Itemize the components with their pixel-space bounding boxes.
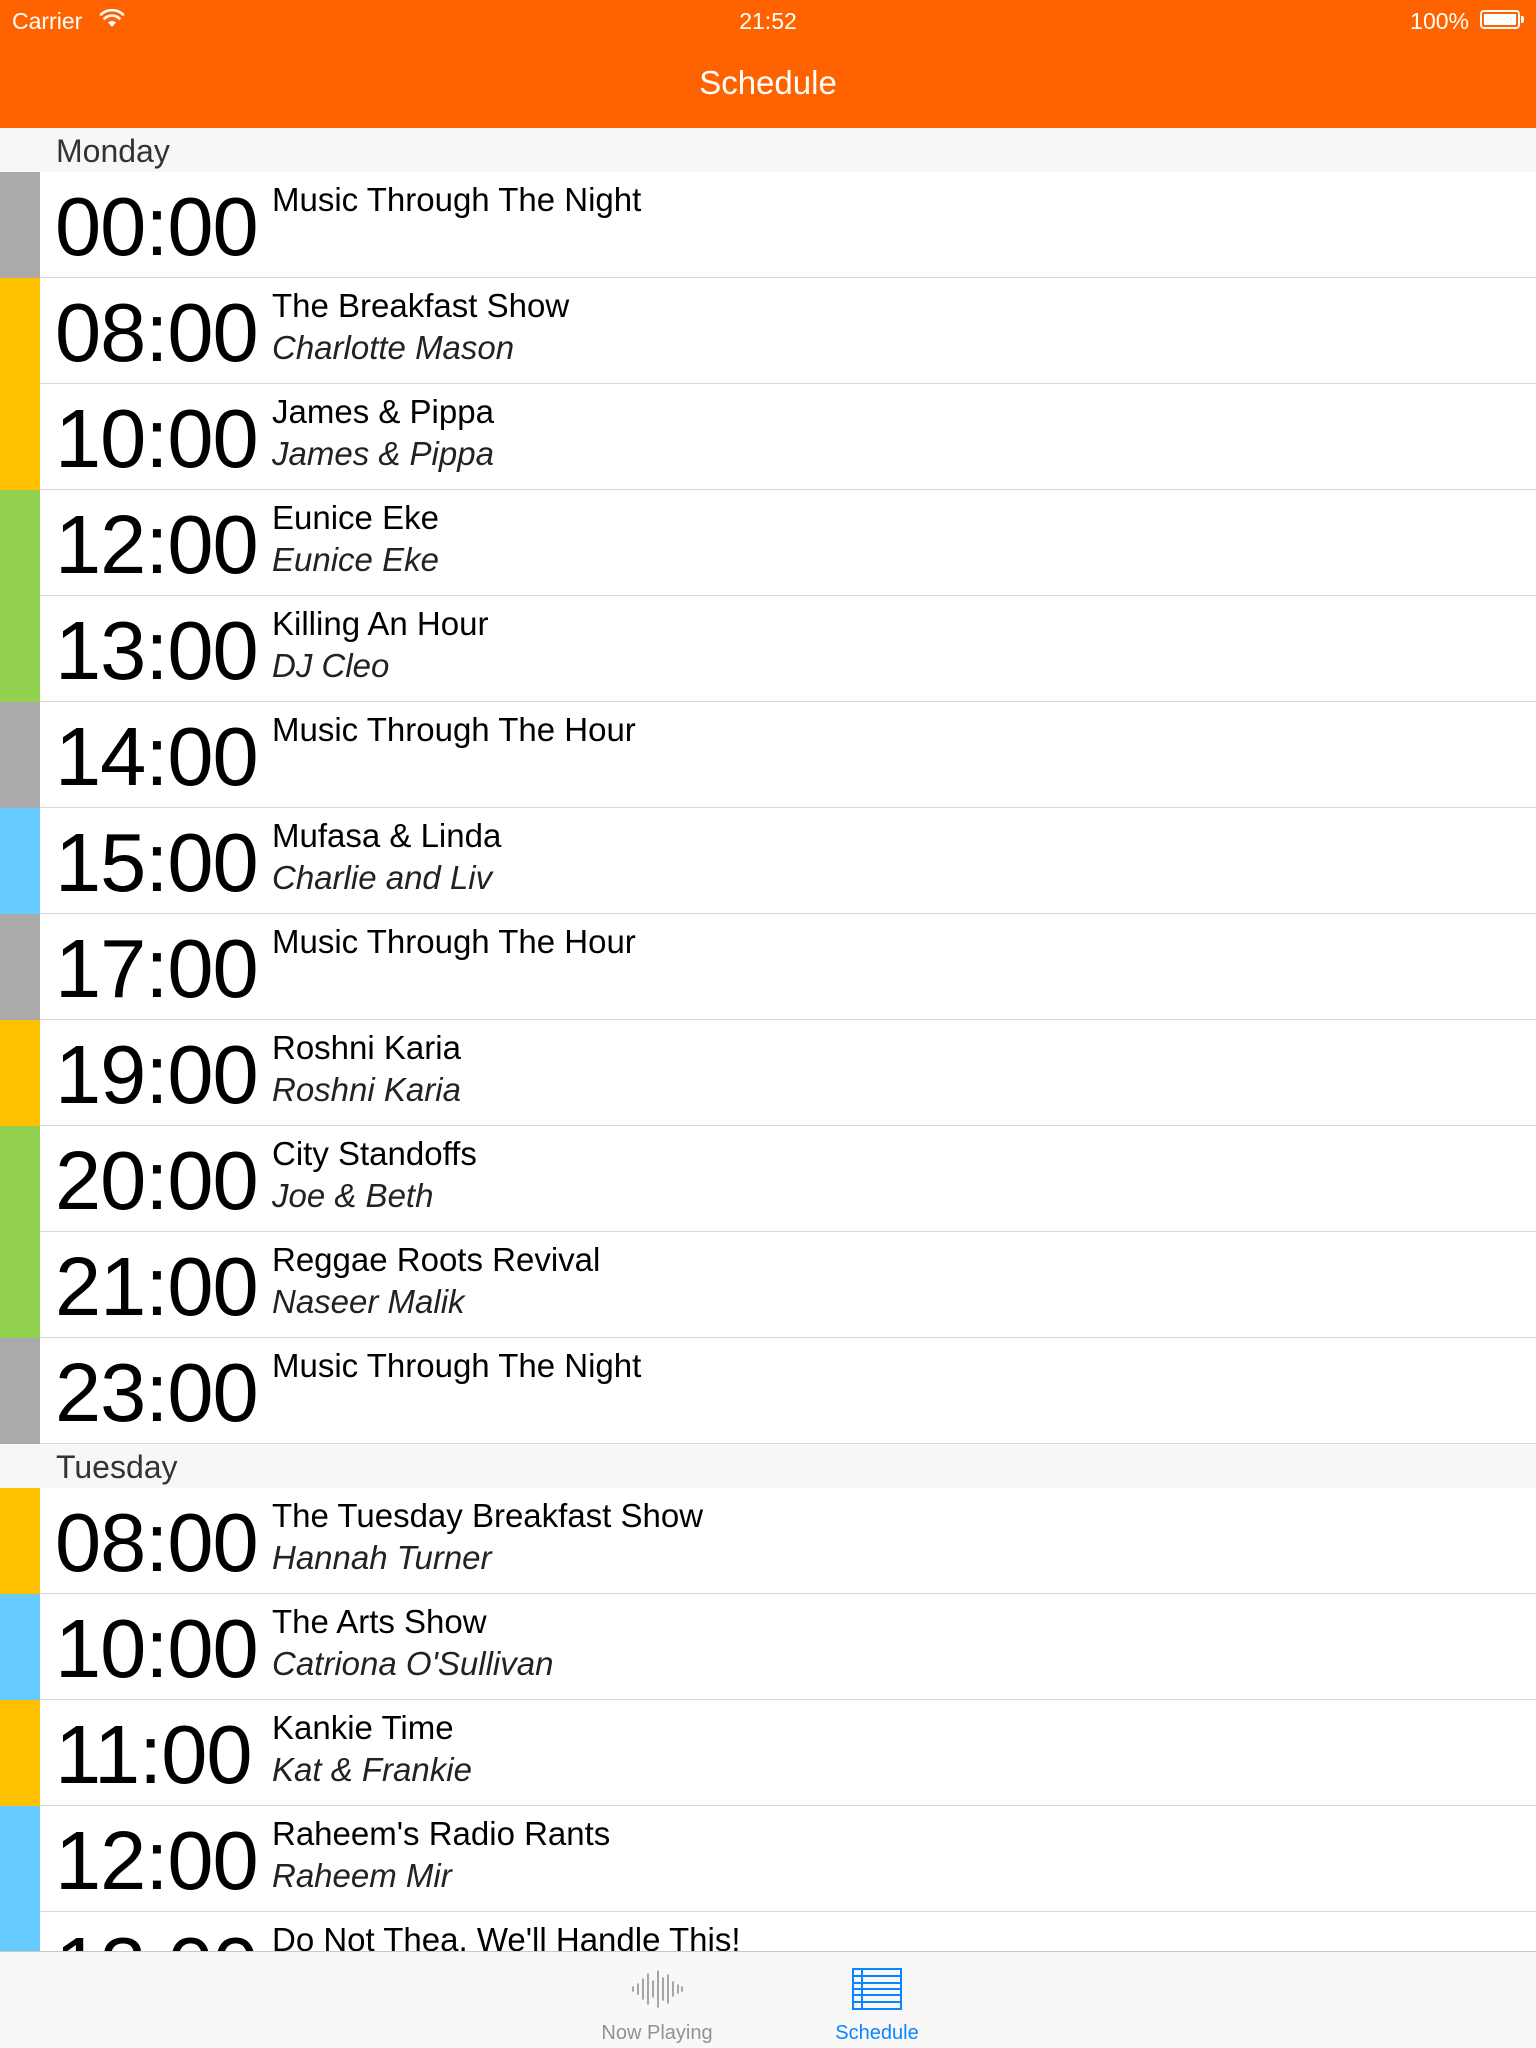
category-color-bar (0, 384, 40, 490)
category-color-bar (0, 702, 40, 808)
slot-time: 11:00 (55, 1708, 253, 1801)
category-color-bar (0, 1232, 40, 1338)
slot-time: 13:00 (55, 1919, 259, 1951)
navigation-bar: Carrier 21:52 100% Schedule (0, 0, 1536, 128)
schedule-row[interactable]: 17:00 Music Through The Hour (0, 914, 1536, 1020)
schedule-row[interactable]: 13:00 Do Not Thea, We'll Handle This! (0, 1912, 1536, 1951)
schedule-row[interactable]: 15:00 Mufasa & Linda Charlie and Liv (0, 808, 1536, 914)
tab-schedule[interactable]: Schedule (777, 1952, 977, 2048)
day-label: Monday (56, 133, 170, 169)
category-color-bar (0, 1594, 40, 1700)
slot-time: 13:00 (55, 604, 259, 697)
status-bar: Carrier 21:52 100% (0, 0, 1536, 42)
schedule-list[interactable]: Monday 00:00 Music Through The Night 08:00 T… (0, 128, 1536, 1951)
schedule-row[interactable]: 21:00 Reggae Roots Revival Naseer Malik (0, 1232, 1536, 1338)
category-color-bar (0, 808, 40, 914)
show-title: The Breakfast Show (272, 287, 570, 324)
category-color-bar (0, 490, 40, 596)
waveform-icon (632, 1970, 683, 2008)
category-color-bar (0, 1338, 40, 1444)
show-host: James & Pippa (272, 435, 494, 472)
show-title: The Tuesday Breakfast Show (272, 1497, 704, 1534)
show-host: Joe & Beth (272, 1177, 434, 1214)
schedule-row[interactable]: 00:00 Music Through The Night (0, 172, 1536, 278)
show-title: Music Through The Night (272, 1347, 642, 1384)
category-color-bar (0, 172, 40, 278)
schedule-row[interactable]: 13:00 Killing An Hour DJ Cleo (0, 596, 1536, 702)
schedule-row[interactable]: 08:00 The Tuesday Breakfast Show Hannah Tu… (0, 1488, 1536, 1594)
show-host: Hannah Turner (272, 1539, 492, 1576)
slot-time: 12:00 (55, 1814, 259, 1907)
schedule-row[interactable]: 23:00 Music Through The Night (0, 1338, 1536, 1444)
show-title: Reggae Roots Revival (272, 1241, 601, 1278)
category-color-bar (0, 596, 40, 702)
slot-time: 21:00 (55, 1240, 259, 1333)
show-host: Catriona O'Sullivan (272, 1645, 554, 1682)
tab-now-playing[interactable]: Now Playing (557, 1952, 757, 2048)
section-header: Tuesday (0, 1444, 1536, 1488)
show-host: DJ Cleo (272, 647, 390, 684)
section-header: Monday (0, 128, 1536, 172)
slot-time: 15:00 (55, 816, 259, 909)
schedule-row[interactable]: 19:00 Roshni Karia Roshni Karia (0, 1020, 1536, 1126)
show-title: Killing An Hour (272, 605, 489, 642)
slot-time: 19:00 (55, 1028, 259, 1121)
show-host: Roshni Karia (272, 1071, 461, 1108)
slot-time: 23:00 (55, 1346, 259, 1439)
show-title: Raheem's Radio Rants (272, 1815, 611, 1852)
category-color-bar (0, 914, 40, 1020)
show-title: Eunice Eke (272, 499, 439, 536)
show-title: James & Pippa (272, 393, 494, 430)
category-color-bar (0, 1806, 40, 1912)
battery-icon (1480, 10, 1524, 29)
schedule-row[interactable]: 08:00 The Breakfast Show Charlotte Mason (0, 278, 1536, 384)
schedule-row[interactable]: 10:00 James & Pippa James & Pippa (0, 384, 1536, 490)
schedule-row[interactable]: 12:00 Eunice Eke Eunice Eke (0, 490, 1536, 596)
category-color-bar (0, 1126, 40, 1232)
day-label: Tuesday (56, 1449, 178, 1485)
show-host: Raheem Mir (272, 1857, 452, 1894)
show-title: Do Not Thea, We'll Handle This! (272, 1921, 741, 1951)
schedule-row[interactable]: 12:00 Raheem's Radio Rants Raheem Mir (0, 1806, 1536, 1912)
tab-schedule-label: Schedule (835, 2022, 919, 2044)
slot-time: 14:00 (55, 710, 259, 803)
schedule-row[interactable]: 11:00 Kankie Time Kat & Frankie (0, 1700, 1536, 1806)
schedule-row[interactable]: 14:00 Music Through The Hour (0, 702, 1536, 808)
show-host: Charlotte Mason (272, 329, 515, 366)
list-icon (852, 1968, 902, 2010)
slot-time: 10:00 (55, 392, 259, 485)
show-host: Charlie and Liv (272, 859, 493, 896)
category-color-bar (0, 1912, 40, 1951)
show-title: Kankie Time (272, 1709, 454, 1746)
slot-time: 17:00 (55, 922, 259, 1015)
show-title: Roshni Karia (272, 1029, 461, 1066)
show-host: Eunice Eke (272, 541, 439, 578)
tab-bar: Now Playing Schedule (0, 1951, 1536, 2048)
status-time: 21:52 (739, 8, 797, 34)
category-color-bar (0, 1488, 40, 1594)
show-host: Naseer Malik (272, 1283, 465, 1320)
show-title: The Arts Show (272, 1603, 487, 1640)
category-color-bar (0, 1020, 40, 1126)
tab-now-playing-label: Now Playing (601, 2022, 713, 2044)
battery-percentage: 100% (1410, 8, 1469, 34)
category-color-bar (0, 1700, 40, 1806)
category-color-bar (0, 278, 40, 384)
slot-time: 00:00 (55, 180, 259, 273)
show-title: Music Through The Night (272, 181, 642, 218)
slot-time: 08:00 (55, 286, 259, 379)
slot-time: 12:00 (55, 498, 259, 591)
schedule-row[interactable]: 20:00 City Standoffs Joe & Beth (0, 1126, 1536, 1232)
slot-time: 20:00 (55, 1134, 259, 1227)
slot-time: 10:00 (55, 1602, 259, 1695)
show-title: Music Through The Hour (272, 923, 636, 960)
show-title: City Standoffs (272, 1135, 477, 1172)
page-title: Schedule (699, 64, 837, 101)
show-title: Mufasa & Linda (272, 817, 502, 854)
show-title: Music Through The Hour (272, 711, 636, 748)
slot-time: 08:00 (55, 1496, 259, 1589)
schedule-row[interactable]: 10:00 The Arts Show Catriona O'Sullivan (0, 1594, 1536, 1700)
show-host: Kat & Frankie (272, 1751, 472, 1788)
